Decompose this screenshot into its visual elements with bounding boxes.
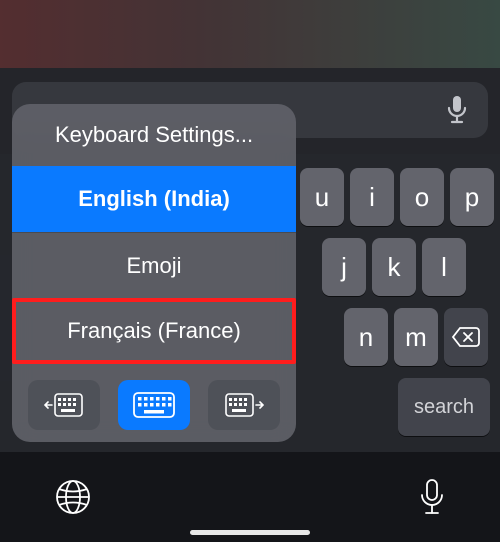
keyboard-standard-button[interactable] [118,380,190,430]
key-row: u i o p [300,168,494,226]
language-item-emoji[interactable]: Emoji [12,233,296,299]
search-key[interactable]: search [398,378,490,436]
key-m[interactable]: m [394,308,438,366]
globe-button[interactable] [54,478,92,516]
keyboard-standard-icon [132,391,176,419]
key-u[interactable]: u [300,168,344,226]
key-j[interactable]: j [322,238,366,296]
key-p[interactable]: p [450,168,494,226]
dictation-button[interactable] [418,478,446,518]
keyboard-dock-row [12,368,296,442]
key-k[interactable]: k [372,238,416,296]
delete-key[interactable] [444,308,488,366]
keyboard-dock-left-button[interactable] [28,380,100,430]
language-item-francais-france[interactable]: Français (France) [12,298,296,364]
globe-icon [54,478,92,516]
home-indicator[interactable] [190,530,310,535]
keyboard-dock-right-icon [224,392,264,418]
mic-icon [418,478,446,518]
key-row: n m [344,308,438,366]
keyboard-switcher-popup: Keyboard Settings... English (India) Emo… [12,104,296,442]
key-n[interactable]: n [344,308,388,366]
key-o[interactable]: o [400,168,444,226]
key-l[interactable]: l [422,238,466,296]
key-row: j k l [322,238,466,296]
keyboard-dock-right-button[interactable] [208,380,280,430]
key-i[interactable]: i [350,168,394,226]
keyboard-settings-item[interactable]: Keyboard Settings... [12,104,296,166]
keyboard-dock-left-icon [44,392,84,418]
mic-icon[interactable] [446,95,468,125]
background-top-blur [0,0,500,68]
delete-icon [451,326,481,348]
language-item-english-india[interactable]: English (India) [12,166,296,232]
